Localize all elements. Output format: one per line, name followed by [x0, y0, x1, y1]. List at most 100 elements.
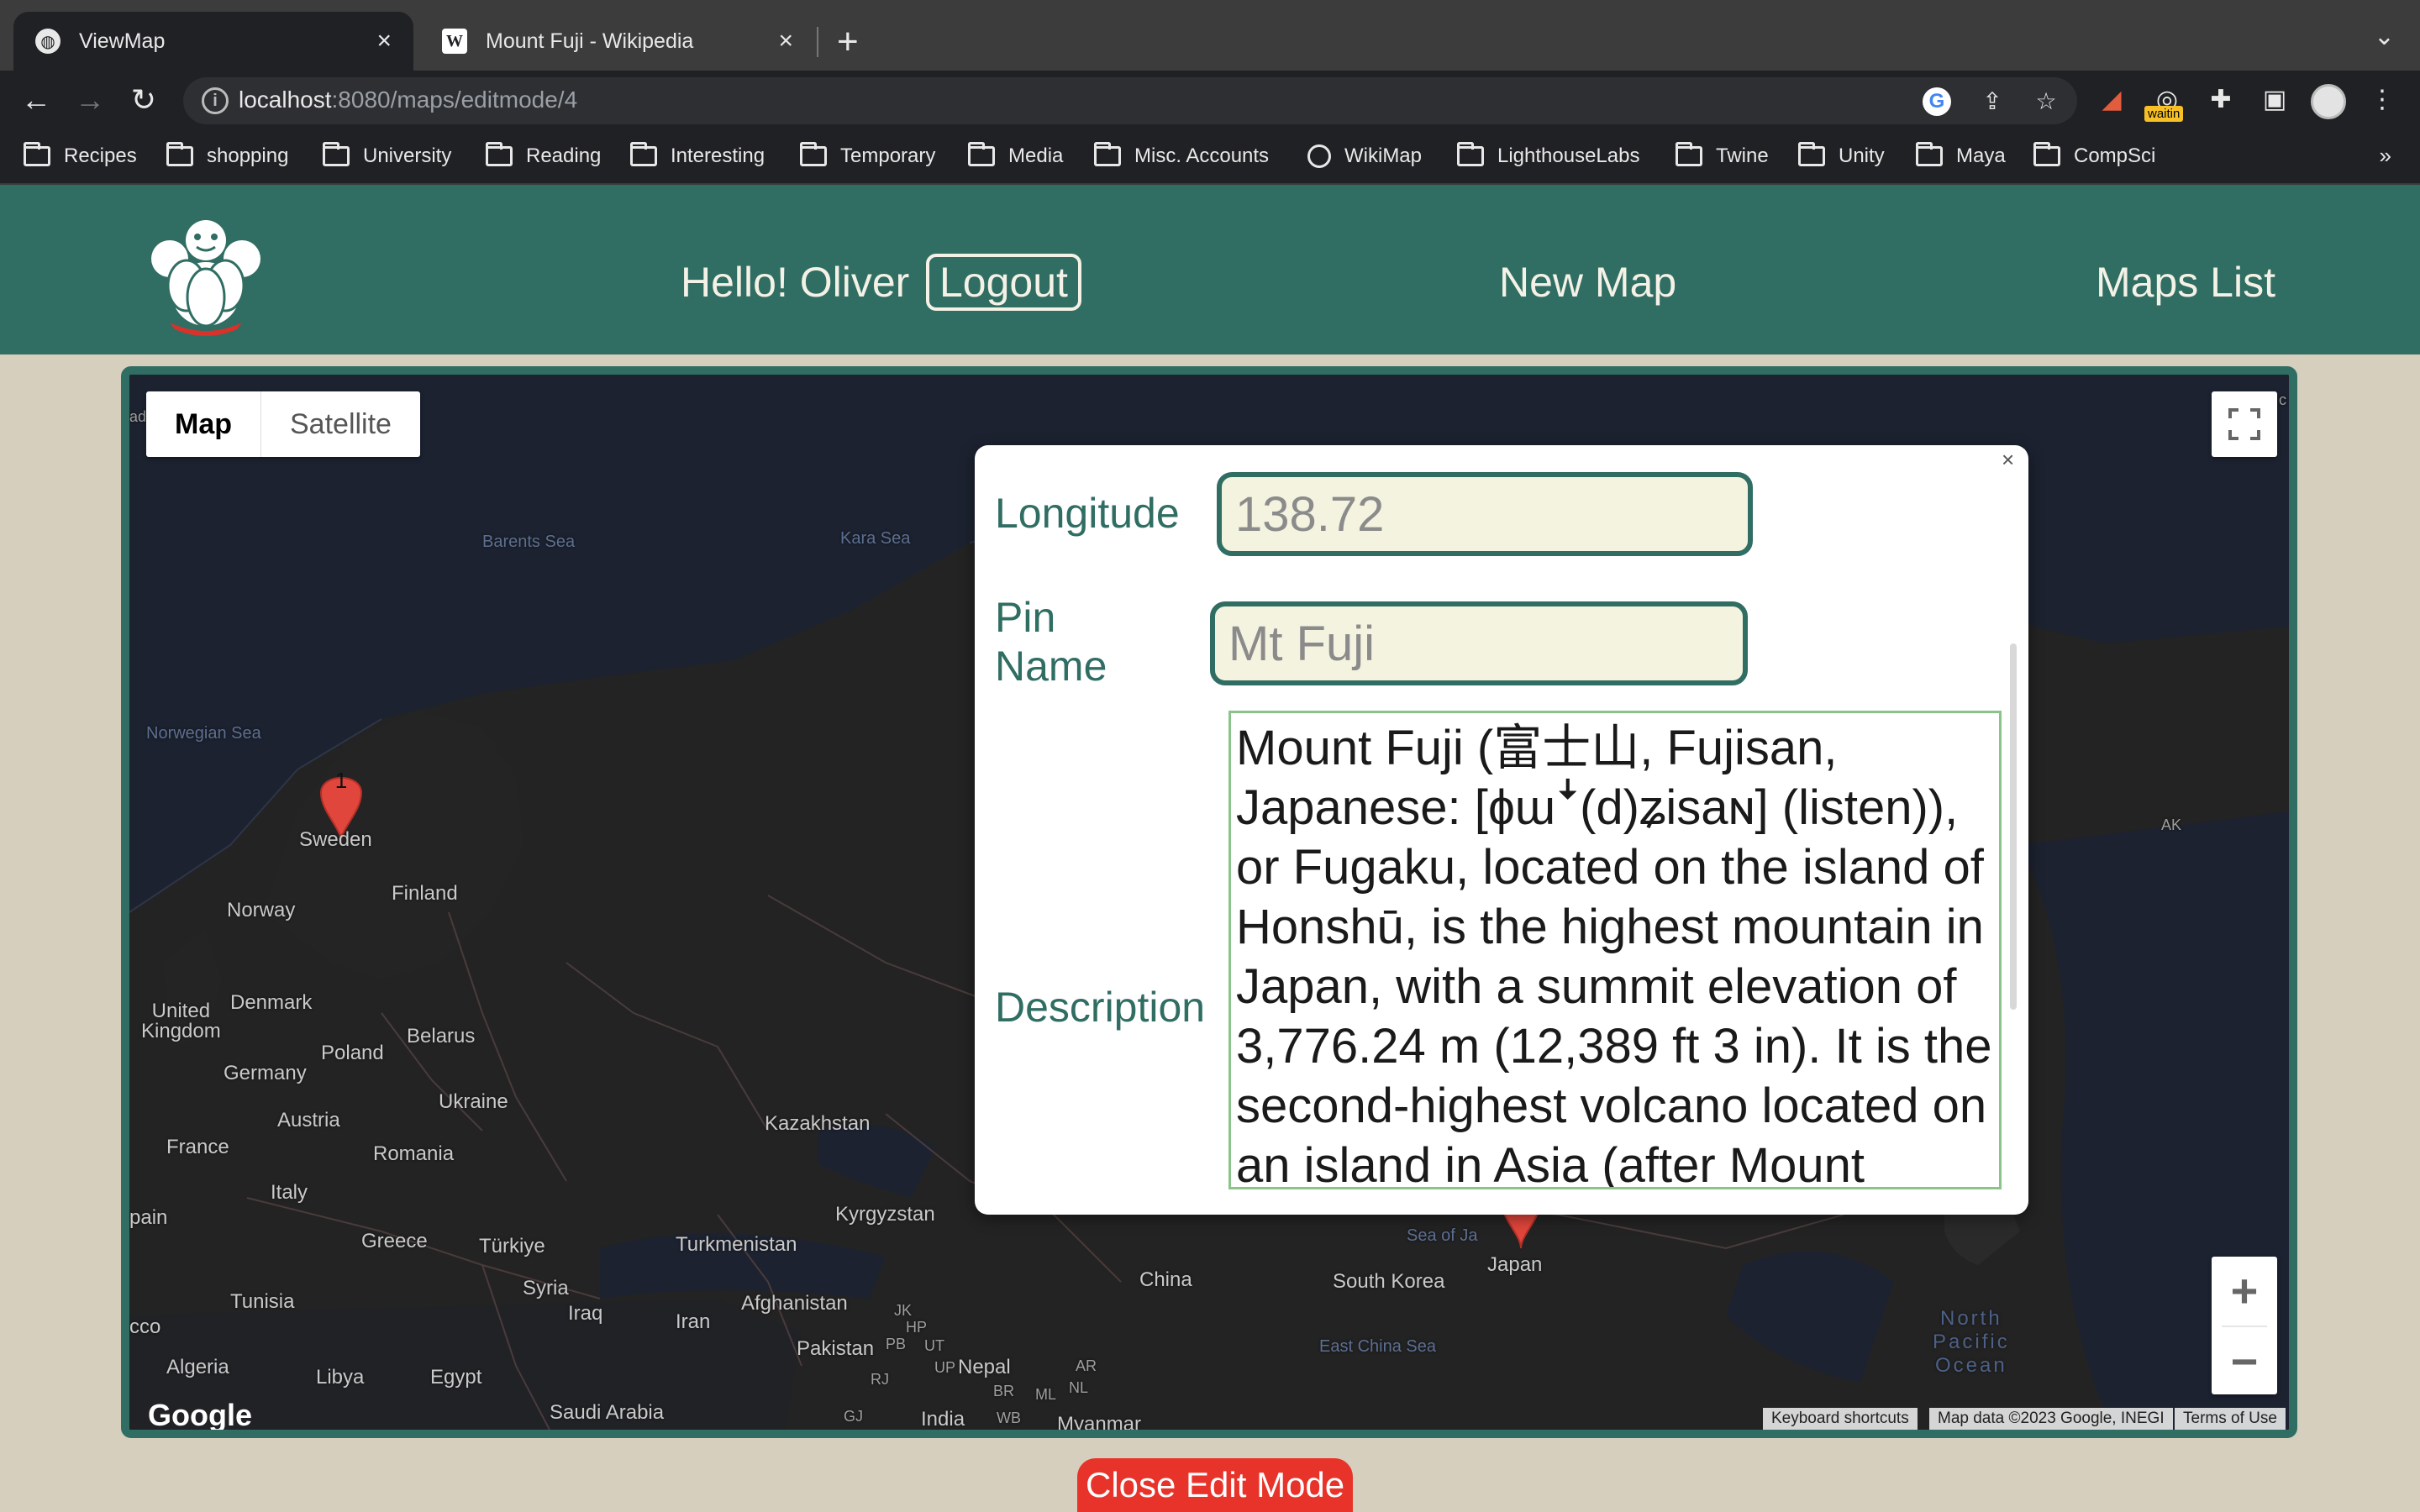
map-type-satellite-button[interactable]: Satellite [261, 391, 420, 457]
bookmark-label: Temporary [840, 144, 936, 167]
map-label: Kazakhstan [765, 1112, 871, 1135]
bookmarks-overflow-icon[interactable]: » [2380, 143, 2391, 169]
description-field[interactable]: Mount Fuji (富士山, Fujisan, Japanese: [ɸɯꜜ… [1228, 711, 2002, 1189]
map-label: Iraq [568, 1302, 603, 1325]
bookmark-recipes[interactable]: Recipes [24, 142, 137, 168]
browser-toolbar: ← → ↻ i localhost:8080/maps/editmode/4 G… [0, 71, 2420, 129]
bookmark-label: Misc. Accounts [1134, 144, 1270, 167]
bookmark-compsci[interactable]: CompSci [2033, 142, 2155, 168]
map-label: Barents Sea [482, 533, 576, 551]
forward-icon[interactable]: → [72, 82, 108, 118]
map-label: Sweden [299, 828, 372, 851]
tab-wikipedia[interactable]: W Mount Fuji - Wikipedia × [420, 12, 815, 71]
bookmark-misc-accounts[interactable]: Misc. Accounts [1094, 142, 1270, 168]
map-label: United Kingdom [141, 1000, 221, 1042]
scrollbar[interactable] [2010, 643, 2017, 1010]
bookmark-unity[interactable]: Unity [1798, 142, 1885, 168]
map-type-map-button[interactable]: Map [146, 391, 261, 457]
bookmark-twine[interactable]: Twine [1676, 142, 1769, 168]
bookmark-reading[interactable]: Reading [486, 142, 602, 168]
description-label: Description [995, 984, 1206, 1031]
kebab-menu-icon[interactable]: ⋮ [2365, 82, 2400, 118]
map-label: Turkmenistan [676, 1233, 797, 1256]
new-tab-icon[interactable]: + [837, 20, 859, 64]
globe-icon: ◍ [35, 29, 60, 54]
map-label: cco [129, 1315, 161, 1338]
map-label: ML [1035, 1386, 1057, 1403]
bookmark-temporary[interactable]: Temporary [800, 142, 936, 168]
fullscreen-button[interactable] [2212, 391, 2277, 457]
bookmark-wikimap[interactable]: WikiMap [1307, 144, 1422, 168]
greeting: Hello! Oliver [681, 259, 910, 306]
bookmark-label: University [363, 144, 452, 167]
map-label: GJ [844, 1408, 864, 1425]
keyboard-shortcuts-link[interactable]: Keyboard shortcuts [1763, 1408, 1918, 1430]
map-label: Ukraine [439, 1090, 508, 1113]
close-edit-mode-button[interactable]: Close Edit Mode [1077, 1458, 1354, 1512]
close-icon[interactable]: × [376, 27, 392, 55]
avatar[interactable] [2311, 84, 2346, 119]
pin-name-field[interactable] [1210, 601, 1748, 685]
zoom-control: + − [2212, 1257, 2277, 1394]
map-label: AK [2161, 816, 2182, 833]
map-label: India [921, 1408, 965, 1431]
bookmark-shopping[interactable]: shopping [166, 142, 288, 168]
bookmark-lighthouselabs[interactable]: LighthouseLabs [1457, 142, 1639, 168]
marker-1-number: 1 [334, 768, 348, 793]
zoom-in-button[interactable]: + [2212, 1257, 2277, 1326]
logout-button[interactable]: Logout [926, 254, 1081, 311]
bookmark-media[interactable]: Media [968, 142, 1064, 168]
logo[interactable] [145, 217, 267, 339]
url-text[interactable]: localhost:8080/maps/editmode/4 [239, 87, 577, 113]
folder-icon [1094, 142, 1121, 166]
extension-badge: waitin [2144, 106, 2184, 122]
back-icon[interactable]: ← [18, 82, 54, 118]
map-label: c [2279, 391, 2286, 408]
bookmark-label: WikiMap [1344, 144, 1423, 167]
bookmark-label: Media [1008, 144, 1064, 167]
new-map-link[interactable]: New Map [1499, 254, 1676, 311]
map-label: ad [129, 408, 147, 425]
map-label: PB [886, 1336, 907, 1352]
share-icon[interactable]: ⇪ [1978, 87, 2007, 116]
folder-icon [24, 142, 50, 166]
map-container[interactable]: 1 3 Barents Sea Kara Sea Norwegian Sea a… [121, 366, 2297, 1438]
map-label: Finland [392, 882, 458, 905]
google-lens-icon[interactable]: G [1923, 87, 1951, 116]
puzzle-icon[interactable]: ✚ [2203, 82, 2238, 118]
map-label: Kara Sea [840, 529, 911, 548]
longitude-field[interactable] [1217, 472, 1753, 556]
bookmark-label: Recipes [64, 144, 137, 167]
address-bar[interactable]: i localhost:8080/maps/editmode/4 G ⇪ ☆ [183, 77, 2077, 124]
bookmark-interesting[interactable]: Interesting [630, 142, 765, 168]
terms-of-use-link[interactable]: Terms of Use [2175, 1408, 2286, 1430]
map-label: Italy [271, 1181, 308, 1204]
zoom-out-button[interactable]: − [2212, 1327, 2277, 1396]
map-label: France [166, 1136, 229, 1158]
tab-divider [817, 27, 818, 57]
info-icon[interactable]: i [202, 87, 229, 114]
map-label: Kyrgyzstan [835, 1203, 935, 1226]
reload-icon[interactable]: ↻ [126, 82, 161, 118]
bookmark-maya[interactable]: Maya [1916, 142, 2006, 168]
close-icon[interactable]: × [2002, 447, 2014, 473]
bookmark-label: Reading [526, 144, 602, 167]
chevron-down-icon[interactable]: ⌄ [2374, 22, 2395, 51]
folder-icon [630, 142, 657, 166]
maps-list-link[interactable]: Maps List [2096, 254, 2275, 311]
bookmark-label: Twine [1716, 144, 1769, 167]
tab-viewmap[interactable]: ◍ ViewMap × [13, 12, 413, 71]
map-label: HP [906, 1319, 928, 1336]
megaphone-icon[interactable]: ◢ [2094, 82, 2129, 118]
folder-icon [1916, 142, 1943, 166]
bookmark-university[interactable]: University [323, 142, 452, 168]
close-icon[interactable]: × [778, 27, 793, 55]
fullscreen-icon [2228, 408, 2260, 440]
star-icon[interactable]: ☆ [2032, 87, 2060, 116]
map-label: Nepal [958, 1356, 1011, 1378]
map-label: Greece [361, 1230, 428, 1252]
map-label: Myanmar [1057, 1413, 1142, 1436]
google-logo[interactable]: Google [148, 1398, 252, 1430]
map-label: Sea of Ja [1407, 1226, 1478, 1245]
sidebar-icon[interactable]: ▣ [2257, 82, 2292, 118]
